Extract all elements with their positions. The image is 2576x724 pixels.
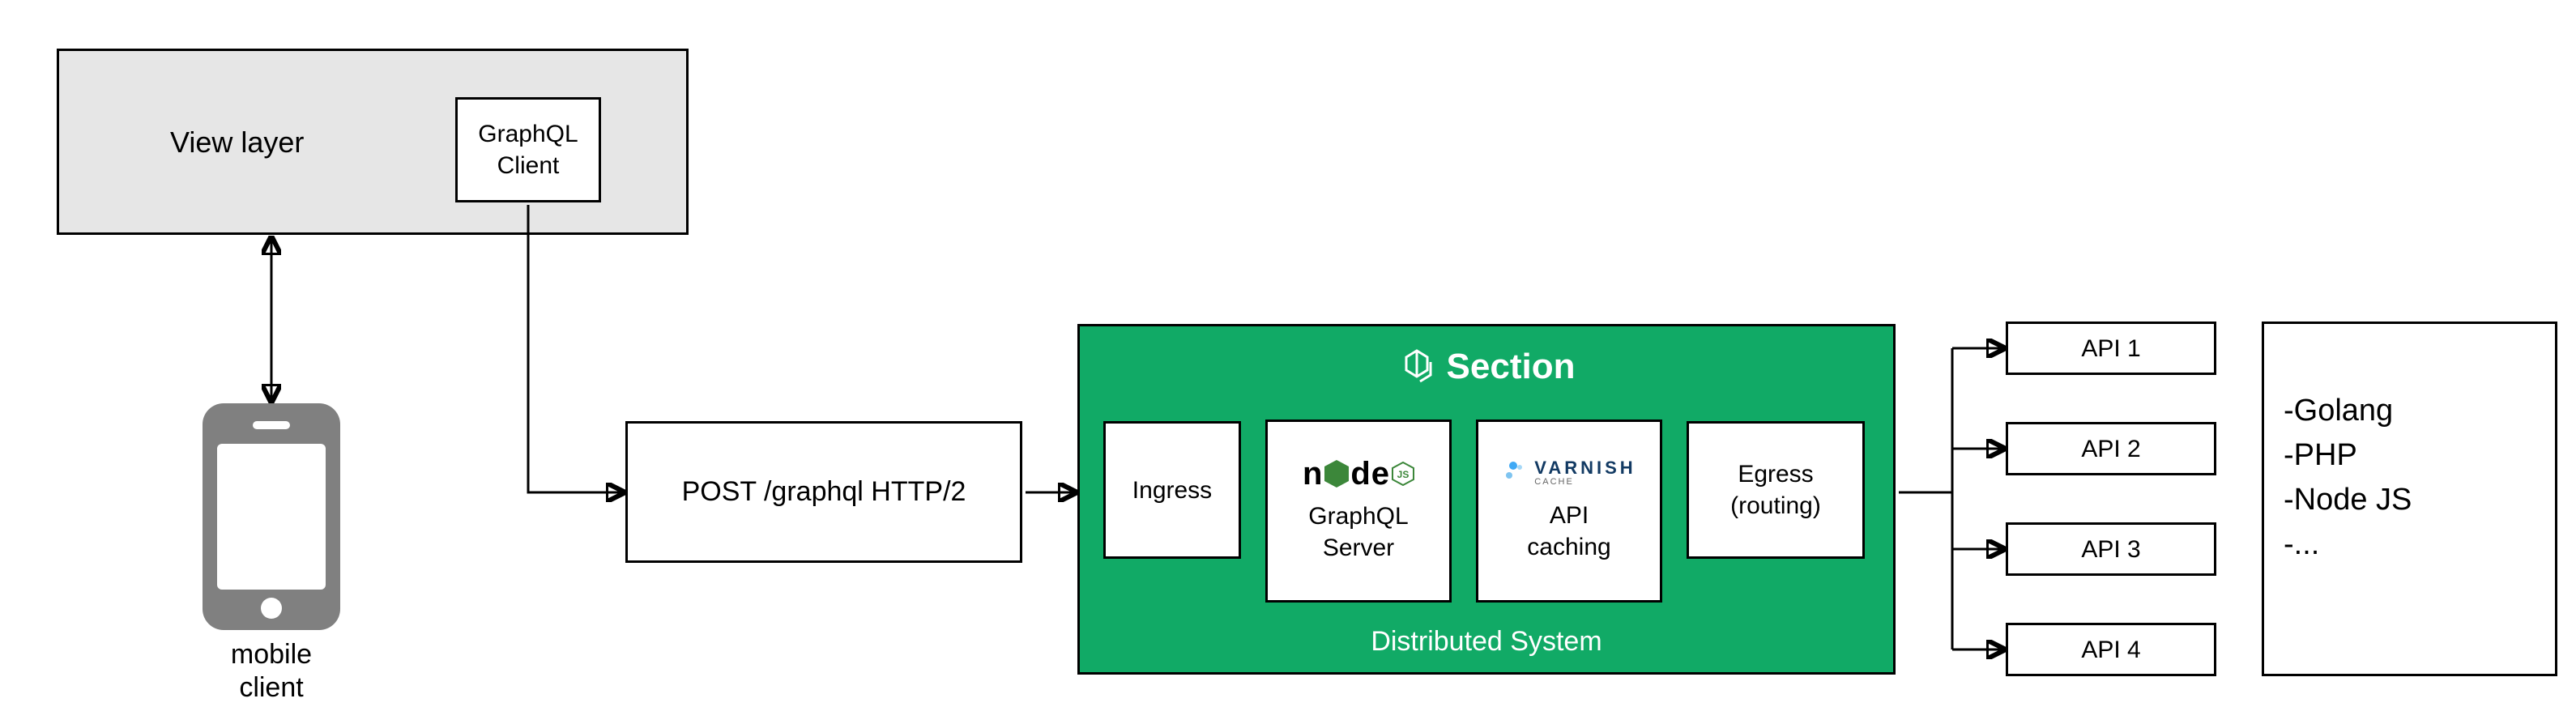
api-3-label: API 3 [2081,534,2140,565]
mobile-client-label: mobile client [0,638,543,705]
varnish-label: API caching [1527,500,1610,563]
api-4-label: API 4 [2081,634,2140,666]
lang-etc: -... [2284,522,2535,567]
section-brand-row: Section [1080,346,1893,388]
varnish-sub-label: CACHE [1534,477,1574,487]
mobile-phone-icon [203,403,340,630]
api-1-label: API 1 [2081,333,2140,364]
egress-label: Egress (routing) [1730,458,1821,522]
lang-php: -PHP [2284,433,2535,478]
languages-box: -Golang -PHP -Node JS -... [2262,322,2557,676]
api-4-box: API 4 [2006,623,2216,676]
lang-nodejs: -Node JS [2284,478,2535,522]
graphql-server-label: GraphQL Server [1308,500,1408,564]
graphql-client-label: GraphQL Client [478,118,578,181]
nodejs-logo-text: n [1303,456,1323,492]
http-request-box: POST /graphql HTTP/2 [625,421,1022,563]
nodejs-hex-icon [1323,458,1350,489]
svg-text:JS: JS [1397,469,1410,480]
varnish-box: VARNISH CACHE API caching [1476,419,1662,603]
section-footer-label: Distributed System [1080,626,1893,658]
api-3-box: API 3 [2006,522,2216,576]
view-layer-label: View layer [170,126,304,160]
http-request-label: POST /graphql HTTP/2 [682,475,966,509]
diagram-canvas: View layer GraphQL Client mobile client … [0,0,2576,724]
nodejs-logo: n de JS [1303,456,1414,492]
api-2-box: API 2 [2006,422,2216,475]
api-2-label: API 2 [2081,433,2140,465]
egress-box: Egress (routing) [1687,421,1865,559]
ingress-box: Ingress [1103,421,1241,559]
graphql-server-box: n de JS GraphQL Server [1265,419,1452,603]
lang-golang: -Golang [2284,389,2535,433]
nodejs-js-icon: JS [1392,462,1414,486]
graphql-client-box: GraphQL Client [455,97,601,202]
section-logo-icon [1398,346,1435,388]
varnish-brand-label: VARNISH [1534,458,1636,479]
ingress-label: Ingress [1132,475,1212,506]
varnish-dots-icon [1502,459,1526,486]
api-1-box: API 1 [2006,322,2216,375]
section-brand-label: Section [1447,347,1576,387]
